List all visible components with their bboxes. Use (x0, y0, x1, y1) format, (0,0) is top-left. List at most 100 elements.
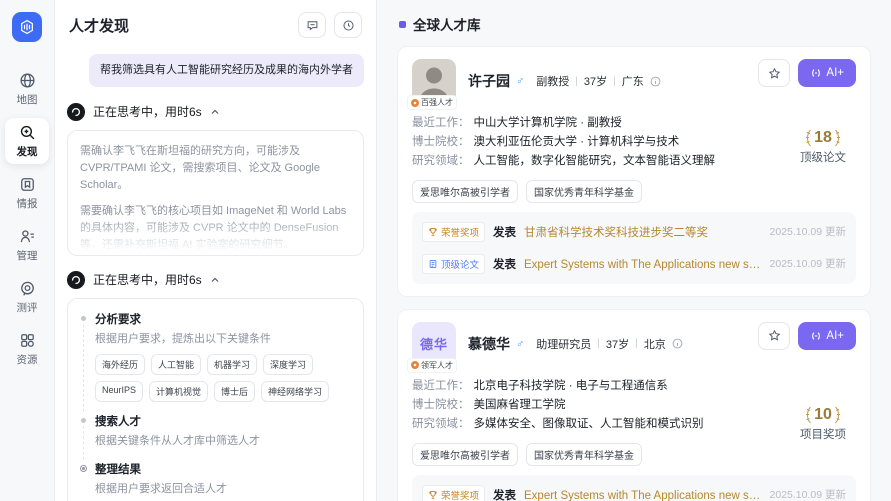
thinking-paragraph: 需确认李飞飞在斯坦福的研究方向，可能涉及 CVPR/TPAMI 论文，需搜索项目… (80, 143, 351, 194)
keyword-chip: 人工智能 (151, 354, 201, 375)
new-chat-button[interactable] (298, 12, 326, 38)
talent-card[interactable]: 百强人才 许子园 ♂ 副教授| 37岁| 广东 (397, 46, 871, 297)
favorite-button[interactable] (758, 322, 790, 350)
thinking-paragraph: 需要确认李飞飞的核心项目如 ImageNet 和 World Labs 的具体内… (80, 203, 351, 254)
news-link[interactable]: 甘肃省科学技术奖科技进步奖二等奖 (524, 224, 708, 240)
sidebar-item-resources[interactable]: 资源 (5, 326, 49, 372)
step-bullet (81, 316, 86, 321)
sidebar-item-discover[interactable]: 发现 (5, 118, 49, 164)
phd-school: 澳大利亚伍伦贡大学 · 计算机科学与技术 (474, 133, 680, 152)
person-info: 最近工作：北京电子科技学院 · 电子与工程通信系 博士院校：美国麻省理工学院 研… (412, 377, 856, 434)
male-icon: ♂ (516, 338, 524, 350)
chat-panel: 人才发现 帮我筛选具有人工智能研究经历及成果的海内外学者 正在思考中，用时6s … (55, 0, 377, 501)
sidebar-item-label: 资源 (17, 352, 38, 367)
zoom-plus-icon (19, 124, 36, 141)
keyword-chip: NeurIPS (95, 381, 143, 402)
honor-tag: 国家优秀青年科学基金 (526, 443, 642, 466)
chevron-up-icon (210, 275, 220, 285)
keyword-chips: 海外经历 人工智能 机器学习 深度学习 NeurIPS 计算机视觉 博士后 神经… (95, 354, 351, 402)
info-icon[interactable] (672, 338, 683, 349)
user-message: 帮我筛选具有人工智能研究经历及成果的海内外学者 (89, 54, 364, 87)
news-box: 荣誉奖项 发表 Expert Systems with The Applicat… (412, 475, 856, 501)
news-row: 顶级论文 发表 Expert Systems with The Applicat… (422, 248, 846, 280)
sidebar-item-intel[interactable]: 情报 (5, 170, 49, 216)
page-title: 人才发现 (69, 15, 129, 36)
app-window: 地图 发现 情报 管理 测评 资源 (0, 0, 891, 501)
thinking-content-1: 需确认李飞飞在斯坦福的研究方向，可能涉及 CVPR/TPAMI 论文，需搜索项目… (67, 130, 364, 256)
research-fields: 多媒体安全、图像取证、人工智能和模式识别 (474, 415, 704, 434)
target-circle-icon (19, 280, 36, 297)
sidebar-item-label: 地图 (17, 92, 38, 107)
phd-school: 美国麻省理工学院 (474, 396, 566, 415)
sidebar-item-map[interactable]: 地图 (5, 66, 49, 112)
info-icon[interactable] (650, 76, 661, 87)
person-info: 最近工作：中山大学计算机学院 · 副教授 博士院校：澳大利亚伍伦贡大学 · 计算… (412, 114, 856, 171)
laurel-left-icon (803, 129, 812, 147)
step-organize: 整理结果 根据用户要求返回合适人才 (80, 461, 351, 498)
step-search: 搜索人才 根据关键条件从人才库中筛选人才 (80, 413, 351, 450)
talent-badge: 领军人才 (408, 359, 456, 372)
favorite-button[interactable] (758, 59, 790, 87)
step-bullet-current (80, 465, 87, 472)
ai-plus-button[interactable]: AI+ (798, 322, 856, 350)
medal-icon (411, 99, 419, 107)
app-logo[interactable] (12, 12, 42, 42)
clock-icon (342, 19, 355, 32)
step-connector (83, 324, 84, 413)
chat-header: 人才发现 (55, 0, 376, 44)
person-meta: 助理研究员| 37岁| 北京 (536, 336, 682, 352)
star-icon (768, 67, 781, 80)
honor-tags: 爱思唯尔高被引学者 国家优秀青年科学基金 (412, 443, 856, 466)
metric-top-papers: 18 顶级论文 (800, 129, 846, 165)
sidebar-item-manage[interactable]: 管理 (5, 222, 49, 268)
step-analyze: 分析要求 根据用户要求，提炼出以下关键条件 海外经历 人工智能 机器学习 深度学… (80, 311, 351, 403)
keyword-chip: 机器学习 (207, 354, 257, 375)
news-link[interactable]: Expert Systems with The Applications new… (524, 487, 762, 501)
message-icon (306, 19, 319, 32)
person-name[interactable]: 慕德华 (468, 334, 510, 354)
news-row: 荣誉奖项 发表 Expert Systems with The Applicat… (422, 479, 846, 501)
document-icon (428, 259, 438, 269)
sidebar-item-label: 测评 (17, 300, 38, 315)
person-name[interactable]: 许子园 (468, 71, 510, 91)
history-button[interactable] (334, 12, 362, 38)
honor-tag: 国家优秀青年科学基金 (526, 180, 642, 203)
honor-tag: 爱思唯尔高被引学者 (412, 180, 518, 203)
keyword-chip: 海外经历 (95, 354, 145, 375)
news-link[interactable]: Expert Systems with The Applications new… (524, 256, 762, 272)
star-icon (768, 329, 781, 342)
laurel-right-icon (834, 406, 843, 424)
talent-card[interactable]: 德华 领军人才 慕德华 ♂ 助理研究员| 37岁| 北京 (397, 309, 871, 501)
news-row: 荣誉奖项 发表 甘肃省科学技术奖科技进步奖二等奖 2025.10.09 更新 (422, 216, 846, 248)
thinking-header-2[interactable]: 正在思考中，用时6s (67, 271, 364, 289)
news-box: 荣誉奖项 发表 甘肃省科学技术奖科技进步奖二等奖 2025.10.09 更新 顶… (412, 212, 856, 284)
award-badge: 荣誉奖项 (422, 222, 485, 242)
ai-plus-button[interactable]: AI+ (798, 59, 856, 87)
sidebar-item-label: 发现 (17, 144, 38, 159)
talent-badge: 百强人才 (408, 96, 456, 109)
step-bullet (81, 418, 86, 423)
globe-icon (19, 72, 36, 89)
ai-spark-icon (810, 330, 822, 342)
bookmark-icon (19, 176, 36, 193)
person-meta: 副教授| 37岁| 广东 (536, 73, 660, 89)
chevron-up-icon (210, 107, 220, 117)
recent-job: 北京电子科技学院 · 电子与工程通信系 (474, 377, 668, 396)
soundwave-hexagon-icon (19, 19, 35, 35)
sidebar-item-assess[interactable]: 测评 (5, 274, 49, 320)
chat-scroll-area[interactable]: 帮我筛选具有人工智能研究经历及成果的海内外学者 正在思考中，用时6s 需确认李飞… (55, 44, 376, 501)
metric-project-awards: 10 项目奖项 (800, 406, 846, 442)
medal-icon (411, 361, 419, 369)
research-fields: 人工智能，数字化智能研究，文本智能语义理解 (474, 152, 716, 171)
thinking-steps: 分析要求 根据用户要求，提炼出以下关键条件 海外经历 人工智能 机器学习 深度学… (67, 298, 364, 501)
ai-spark-icon (810, 67, 822, 79)
keyword-chip: 计算机视觉 (149, 381, 208, 402)
trophy-icon (428, 490, 438, 500)
laurel-left-icon (803, 406, 812, 424)
grid-apps-icon (19, 332, 36, 349)
thinking-header-1[interactable]: 正在思考中，用时6s (67, 103, 364, 121)
honor-tags: 爱思唯尔高被引学者 国家优秀青年科学基金 (412, 180, 856, 203)
user-manage-icon (19, 228, 36, 245)
sidebar: 地图 发现 情报 管理 测评 资源 (0, 0, 55, 501)
sidebar-item-label: 情报 (17, 196, 38, 211)
